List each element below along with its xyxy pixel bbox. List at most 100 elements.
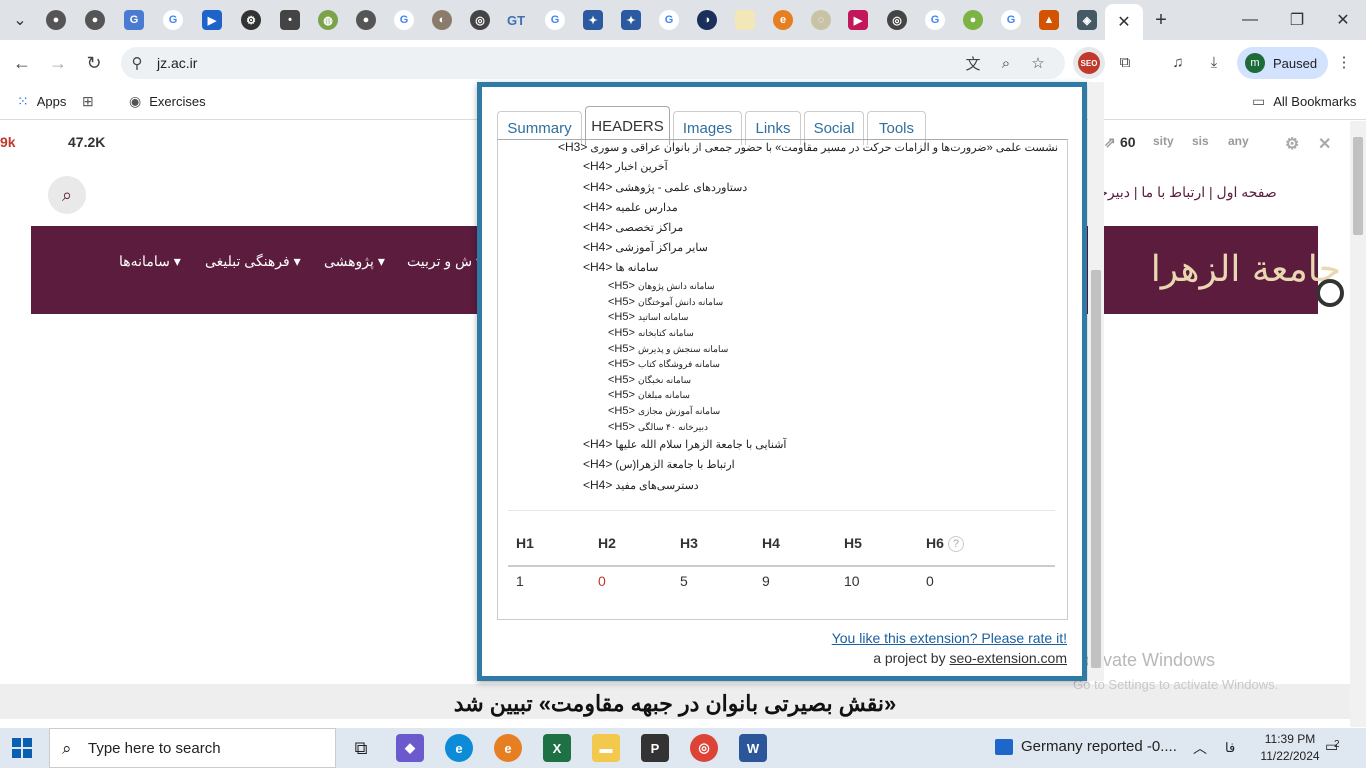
menu-item-education[interactable]: ش و تربیت ▾ xyxy=(407,253,483,270)
forward-icon[interactable]: → xyxy=(46,51,70,75)
menu-item-research[interactable]: پژوهشی ▾ xyxy=(324,253,385,270)
download-icon[interactable]: ⤓ xyxy=(1204,52,1224,72)
windows-start-icon[interactable] xyxy=(12,738,32,758)
maximize-icon[interactable]: ❐ xyxy=(1285,8,1309,32)
site-logo[interactable]: جامعة الزهرا xyxy=(1141,232,1341,308)
zoom-icon[interactable]: ⌕ xyxy=(996,53,1016,73)
extensions-icon[interactable]: ⧉ xyxy=(1115,52,1135,72)
external-link-icon[interactable]: ⇗ xyxy=(1104,134,1116,151)
tab-favicon-google-icon[interactable]: G xyxy=(545,10,565,30)
media-control-icon[interactable]: ♫ xyxy=(1168,52,1188,72)
app-icon[interactable]: e xyxy=(494,734,522,762)
tray-chevron-icon[interactable]: ︿ xyxy=(1193,738,1207,758)
all-bookmarks[interactable]: ▭ All Bookmarks xyxy=(1252,93,1356,110)
rate-extension-link[interactable]: You like this extension? Please rate it! xyxy=(832,630,1067,646)
reload-icon[interactable]: ↻ xyxy=(82,51,106,75)
minimize-icon[interactable]: — xyxy=(1238,8,1262,32)
close-window-icon[interactable]: ✕ xyxy=(1331,8,1355,32)
tab-favicon-app-icon[interactable]: ◈ xyxy=(1077,10,1097,30)
header-text: سایر مراکز آموزشی xyxy=(615,242,708,254)
task-view-icon[interactable]: ⧉ xyxy=(347,734,375,762)
tab-favicon-globe-icon[interactable]: ● xyxy=(356,10,376,30)
header-row: <H4> مدارس علمیه xyxy=(583,200,678,214)
tab-favicon-app-icon[interactable] xyxy=(735,10,755,30)
active-tab-close-icon[interactable]: ✕ xyxy=(1105,4,1143,40)
tab-favicon-app-icon[interactable]: ◍ xyxy=(318,10,338,30)
menu-item-cultural[interactable]: فرهنگی تبلیغی ▾ xyxy=(205,253,301,270)
header-text: سامانه کتابخانه xyxy=(637,328,694,338)
tab-favicon-google-icon[interactable]: G xyxy=(1001,10,1021,30)
tab-favicon-globe-icon[interactable]: ● xyxy=(46,10,66,30)
profile-button[interactable]: m Paused xyxy=(1237,47,1328,79)
tab-favicon-app-icon[interactable]: e xyxy=(773,10,793,30)
header-tag: <H4> xyxy=(583,478,613,492)
tab-favicon-globe-icon[interactable]: ● xyxy=(85,10,105,30)
page-scrollbar[interactable] xyxy=(1350,121,1366,727)
bookmark-grid[interactable]: ⊞ xyxy=(82,93,94,110)
tab-favicon-chrome-icon[interactable]: ◎ xyxy=(887,10,907,30)
avatar: m xyxy=(1245,53,1265,73)
menu-item-systems[interactable]: سامانه‌ها ▾ xyxy=(119,253,181,270)
count-label-h5: H5 xyxy=(844,535,862,551)
settings-gear-icon[interactable]: ⚙ xyxy=(1285,134,1299,154)
tab-favicon-app-icon[interactable]: ● xyxy=(963,10,983,30)
header-tag: <H3> xyxy=(558,140,588,154)
site-settings-icon[interactable]: ⚲ xyxy=(127,53,147,73)
file-explorer-icon[interactable]: ▬ xyxy=(592,734,620,762)
news-widget[interactable]: Germany reported -0.... xyxy=(995,738,1177,755)
search-icon: ⌕ xyxy=(62,739,72,758)
back-icon[interactable]: ← xyxy=(10,51,34,75)
language-indicator[interactable]: فا xyxy=(1225,740,1235,756)
url-text[interactable]: jz.ac.ir xyxy=(157,55,197,71)
edge-icon[interactable]: e xyxy=(445,734,473,762)
notification-icon[interactable]: ▭ 2 xyxy=(1325,738,1345,758)
address-bar[interactable] xyxy=(121,47,1065,79)
tab-favicon-app-icon[interactable]: ◐ xyxy=(432,10,452,30)
copilot-icon[interactable]: ◆ xyxy=(396,734,424,762)
tab-favicon-gt-icon[interactable]: GT xyxy=(506,10,526,30)
help-icon[interactable]: ? xyxy=(947,536,964,553)
strip-label: sis xyxy=(1192,134,1209,148)
tab-favicon-app-icon[interactable]: ▶ xyxy=(202,10,222,30)
tab-search-icon[interactable]: ⌄ xyxy=(8,8,32,32)
tab-favicon-app-icon[interactable]: ◌ xyxy=(811,10,831,30)
clock[interactable]: 11:39 PM 11/22/2024 xyxy=(1255,731,1325,765)
seo-extension-link[interactable]: seo-extension.com xyxy=(949,650,1067,666)
tab-favicon-app-icon[interactable]: ✦ xyxy=(583,10,603,30)
tab-favicon-gear-icon[interactable]: ⚙ xyxy=(241,10,261,30)
popup-scrollbar[interactable] xyxy=(1088,82,1104,681)
word-icon[interactable]: W xyxy=(739,734,767,762)
tab-favicon-app-icon[interactable]: • xyxy=(280,10,300,30)
strip-label: sity xyxy=(1153,134,1174,148)
header-text: سامانه مبلغان xyxy=(637,390,690,400)
tab-favicon-app-icon[interactable]: ▲ xyxy=(1039,10,1059,30)
tab-favicon-app-icon[interactable]: ✦ xyxy=(621,10,641,30)
tab-favicon-google-icon[interactable]: G xyxy=(925,10,945,30)
tab-favicon-google-icon[interactable]: G xyxy=(659,10,679,30)
bookmark-apps[interactable]: ⁙ Apps xyxy=(17,93,66,110)
tab-favicon-translate-icon[interactable]: G xyxy=(124,10,144,30)
tab-favicon-video-icon[interactable]: ▶ xyxy=(848,10,868,30)
bookmark-star-icon[interactable]: ☆ xyxy=(1028,53,1048,73)
translate-icon[interactable]: 文 xyxy=(963,53,983,73)
app-p-icon[interactable]: P xyxy=(641,734,669,762)
site-top-links[interactable]: صفحه اول | ارتباط با ما | دبیرخا xyxy=(1095,184,1277,201)
menu-kebab-icon[interactable]: ⋮ xyxy=(1334,52,1354,72)
tab-favicon-chrome-icon[interactable]: ◎ xyxy=(470,10,490,30)
header-text: آشنایی با جامعة الزهرا سلام الله علیها xyxy=(615,439,787,451)
popup-scrollbar-thumb[interactable] xyxy=(1091,270,1101,668)
taskbar-search-input[interactable]: ⌕ Type here to search xyxy=(49,728,336,768)
tab-favicon-app-icon[interactable]: ◑ xyxy=(697,10,717,30)
tab-favicon-google-icon[interactable]: G xyxy=(163,10,183,30)
close-strip-icon[interactable]: ✕ xyxy=(1318,134,1331,154)
new-tab-button[interactable]: + xyxy=(1149,8,1173,32)
header-text: دسترسی‌های مفید xyxy=(615,480,699,492)
bookmark-exercises[interactable]: ◉ Exercises xyxy=(129,93,206,110)
header-row: <H4> آخرین اخبار xyxy=(583,159,668,173)
seo-extension-button[interactable]: SEO xyxy=(1073,47,1105,79)
tab-favicon-google-icon[interactable]: G xyxy=(394,10,414,30)
excel-icon[interactable]: X xyxy=(543,734,571,762)
scrollbar-thumb[interactable] xyxy=(1353,137,1363,235)
site-search-icon[interactable]: ⌕ xyxy=(48,176,86,214)
chrome-icon[interactable]: ◎ xyxy=(690,734,718,762)
